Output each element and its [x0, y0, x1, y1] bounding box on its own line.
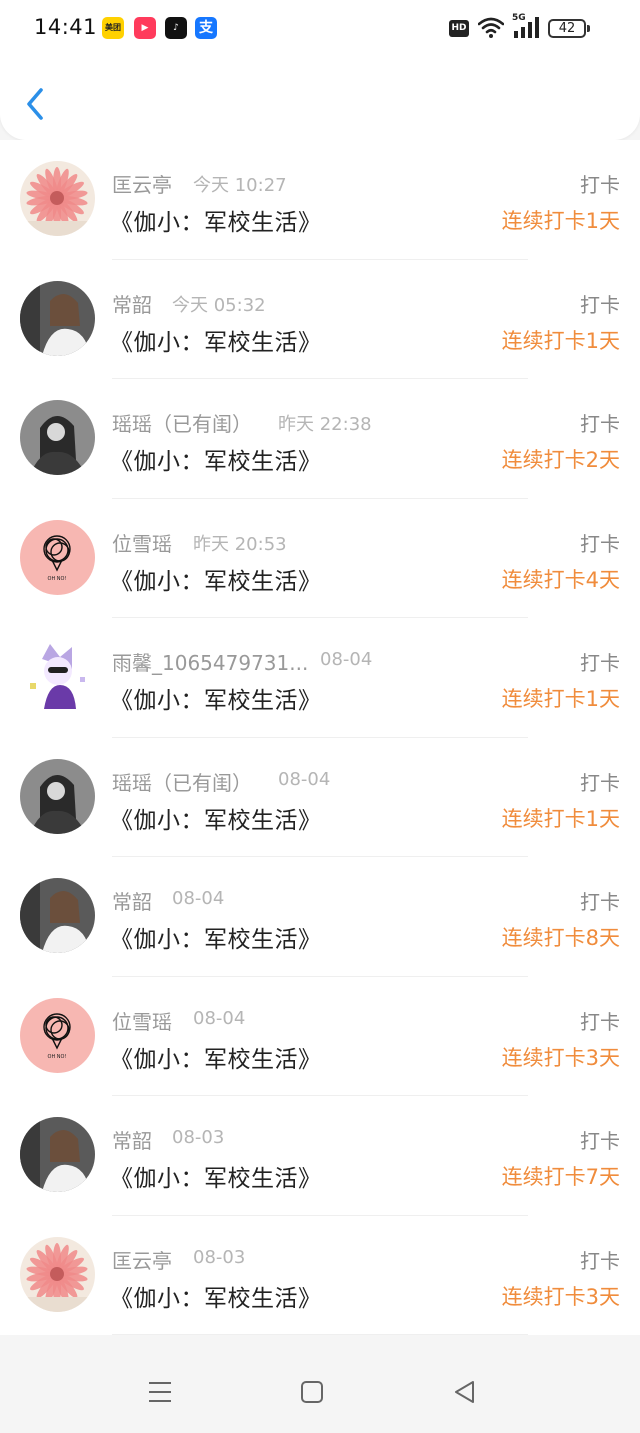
book-title[interactable]: 《伽小：军校生活》	[110, 442, 322, 476]
book-title[interactable]: 《伽小：军校生活》	[110, 562, 322, 596]
checkin-action-label: 打卡	[580, 173, 620, 197]
status-time: 14:41	[34, 15, 98, 39]
checkin-row[interactable]: OH NO! 位雪瑶 昨天 20:53 《伽小：军校生活》 打卡连续打卡4天	[0, 499, 640, 618]
back-triangle-icon[interactable]	[450, 1377, 480, 1407]
chevron-left-icon[interactable]	[18, 82, 54, 126]
user-name[interactable]: 常韶	[112, 289, 152, 318]
tiktok-icon: ♪	[165, 17, 187, 39]
checkin-time: 08-04	[172, 888, 225, 909]
checkin-action-label: 打卡	[580, 770, 620, 795]
book-title[interactable]: 《伽小：军校生活》	[110, 920, 322, 954]
avatar[interactable]: OH NO!	[20, 519, 95, 595]
header-card: 14:41 美团 ▶ ♪ 支 HD 5G 42	[0, 0, 640, 140]
user-name[interactable]: 瑶瑶（已有闺）	[112, 408, 252, 437]
avatar[interactable]: OH NO!	[20, 997, 95, 1073]
streak-label: 连续打卡2天	[501, 448, 620, 472]
user-name[interactable]: 匡云亭	[112, 1245, 172, 1274]
streak-label: 连续打卡1天	[501, 328, 620, 353]
user-name[interactable]: 常韶	[112, 886, 152, 915]
checkin-time: 今天 10:27	[193, 175, 287, 196]
hd-icon: HD	[449, 20, 469, 37]
battery-level: 42	[558, 21, 576, 36]
avatar[interactable]	[20, 1236, 95, 1312]
user-name[interactable]: 常韶	[112, 1125, 152, 1154]
checkin-row[interactable]: 常韶 08-04 《伽小：军校生活》 打卡连续打卡8天	[0, 857, 640, 977]
home-square-icon[interactable]	[297, 1377, 327, 1407]
checkin-row[interactable]: 常韶 08-03 《伽小：军校生活》 打卡连续打卡7天	[0, 1096, 640, 1216]
book-title[interactable]: 《伽小：军校生活》	[110, 1279, 322, 1313]
svg-text:OH NO!: OH NO!	[48, 1054, 67, 1060]
meituan-icon: 美团	[102, 17, 124, 39]
book-title[interactable]: 《伽小：军校生活》	[110, 681, 322, 715]
battery-tip	[587, 25, 590, 32]
user-name[interactable]: 瑶瑶（已有闺）	[112, 767, 252, 796]
checkin-row[interactable]: OH NO! 位雪瑶 08-04 《伽小：军校生活》 打卡连续打卡3天	[0, 977, 640, 1096]
user-name[interactable]: 位雪瑶	[112, 1006, 172, 1035]
avatar[interactable]	[20, 161, 95, 236]
video-app-icon: ▶	[134, 17, 156, 39]
row-divider	[112, 1334, 528, 1335]
menu-icon[interactable]	[145, 1377, 175, 1407]
battery-icon: 42	[548, 19, 586, 38]
streak-label: 连续打卡4天	[501, 567, 620, 592]
checkin-action-label: 打卡	[580, 531, 620, 556]
checkin-action-label: 打卡	[580, 1129, 620, 1153]
checkin-action-label: 打卡	[580, 412, 620, 436]
avatar[interactable]	[20, 758, 95, 834]
checkin-action-label: 打卡	[580, 651, 620, 675]
user-name[interactable]: 位雪瑶	[112, 528, 172, 557]
book-title[interactable]: 《伽小：军校生活》	[110, 1040, 322, 1074]
checkin-action-label: 打卡	[580, 1248, 620, 1273]
checkin-time: 08-04	[193, 1007, 246, 1029]
avatar[interactable]	[20, 400, 95, 475]
wifi-icon	[478, 17, 504, 38]
avatar[interactable]	[20, 1117, 95, 1192]
status-bar: 14:41 美团 ▶ ♪ 支 HD 5G 42	[0, 0, 640, 56]
avatar[interactable]	[20, 878, 95, 953]
streak-label: 连续打卡1天	[501, 209, 620, 233]
book-title[interactable]: 《伽小：军校生活》	[110, 801, 322, 835]
system-nav-bar	[0, 1340, 640, 1433]
checkin-time: 08-04	[320, 649, 373, 670]
book-title[interactable]: 《伽小：军校生活》	[110, 203, 322, 237]
checkin-row[interactable]: 匡云亭 今天 10:27 《伽小：军校生活》 打卡连续打卡1天	[0, 140, 640, 260]
checkin-row[interactable]: 瑶瑶（已有闺） 08-04 《伽小：军校生活》 打卡连续打卡1天	[0, 738, 640, 857]
signal-icon	[514, 17, 539, 38]
book-title[interactable]: 《伽小：军校生活》	[110, 1159, 322, 1193]
checkin-time: 08-03	[172, 1127, 225, 1148]
checkin-time: 08-04	[278, 768, 331, 790]
alipay-icon: 支	[195, 17, 217, 39]
checkin-action-label: 打卡	[580, 1009, 620, 1034]
avatar[interactable]	[20, 639, 95, 714]
checkin-list: 匡云亭 今天 10:27 《伽小：军校生活》 打卡 连续打卡1天 常韶 今天 05:32 《伽…	[0, 140, 640, 1335]
checkin-time: 今天 05:32	[172, 294, 266, 316]
streak-label: 连续打卡1天	[501, 806, 620, 831]
checkin-row[interactable]: 雨馨_1065479731... 08-04 《伽小：军校生活》 打卡连续打卡1天	[0, 618, 640, 738]
streak-label: 连续打卡3天	[501, 1045, 620, 1070]
checkin-time: 昨天 22:38	[278, 414, 372, 435]
streak-label: 连续打卡7天	[501, 1165, 620, 1189]
book-title[interactable]: 《伽小：军校生活》	[110, 323, 322, 357]
checkin-row[interactable]: 瑶瑶（已有闺） 昨天 22:38 《伽小：军校生活》 打卡连续打卡2天	[0, 379, 640, 499]
avatar[interactable]	[20, 280, 95, 356]
user-name[interactable]: 雨馨_1065479731...	[112, 647, 308, 676]
streak-label: 连续打卡1天	[501, 687, 620, 711]
checkin-row[interactable]: 匡云亭 08-03 《伽小：军校生活》 打卡连续打卡3天	[0, 1216, 640, 1335]
streak-label: 连续打卡8天	[501, 926, 620, 950]
checkin-action-label: 打卡	[580, 890, 620, 914]
checkin-action-label: 打卡	[580, 292, 620, 317]
user-name[interactable]: 匡云亭	[112, 169, 172, 198]
checkin-time: 08-03	[193, 1246, 246, 1268]
svg-text:OH NO!: OH NO!	[48, 576, 67, 582]
checkin-time: 昨天 20:53	[193, 533, 287, 555]
streak-label: 连续打卡3天	[501, 1284, 620, 1309]
checkin-row[interactable]: 常韶 今天 05:32 《伽小：军校生活》 打卡连续打卡1天	[0, 260, 640, 379]
